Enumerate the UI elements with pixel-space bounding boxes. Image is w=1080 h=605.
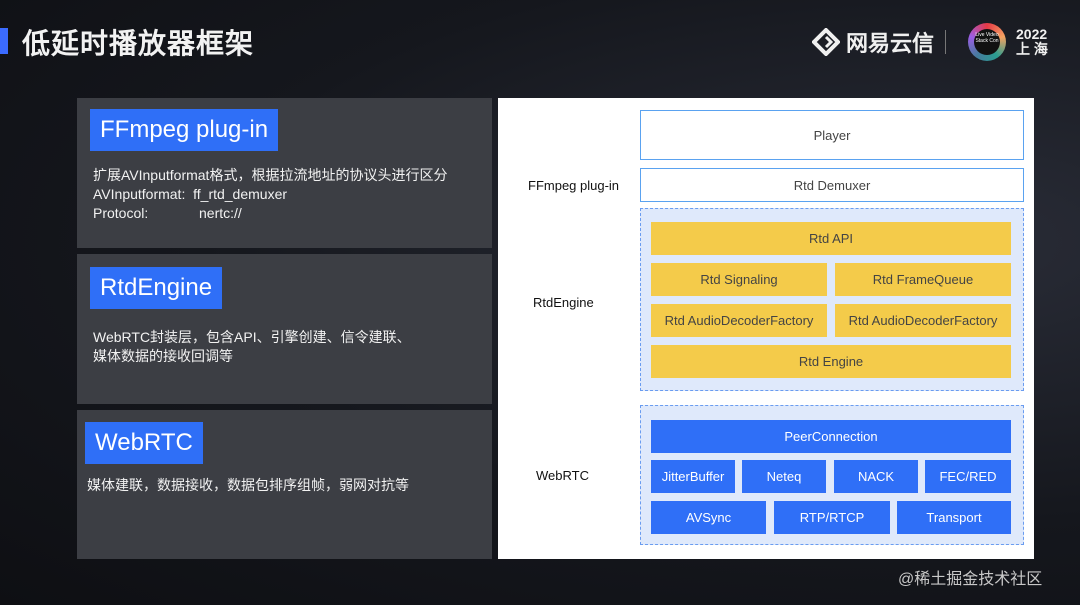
panel-webrtc-desc: 媒体建联，数据接收，数据包排序组帧，弱网对抗等	[87, 476, 409, 495]
neteq-block: Neteq	[742, 460, 826, 493]
panel-ffmpeg-desc: 扩展AVInputformat格式，根据拉流地址的协议头进行区分 AVInput…	[93, 166, 447, 223]
rtd-demuxer-block: Rtd Demuxer	[640, 168, 1024, 202]
rtd-audiodecoder-block-right: Rtd AudioDecoderFactory	[835, 304, 1011, 337]
panel-webrtc-line: 媒体建联，数据接收，数据包排序组帧，弱网对抗等	[87, 477, 409, 493]
layer-label-ffmpeg: FFmpeg plug-in	[528, 178, 620, 193]
panel-ffmpeg: FFmpeg plug-in 扩展AVInputformat格式，根据拉流地址的…	[77, 98, 492, 248]
rtd-audiodecoder-block-left: Rtd AudioDecoderFactory	[651, 304, 827, 337]
architecture-diagram: FFmpeg plug-in RtdEngine WebRTC Player R…	[498, 98, 1034, 559]
panel-rtdengine-desc: WebRTC封装层，包含API、引擎创建、信令建联、 媒体数据的接收回调等	[93, 328, 411, 366]
field-key: AVInputformat:	[93, 186, 186, 202]
panel-rtdengine-line: WebRTC封装层，包含API、引擎创建、信令建联、	[93, 329, 411, 345]
webrtc-group: PeerConnection JitterBuffer Neteq NACK F…	[640, 405, 1024, 545]
field-key: Protocol:	[93, 205, 149, 221]
panel-rtdengine-line: 媒体数据的接收回调等	[93, 348, 233, 364]
jitterbuffer-block: JitterBuffer	[651, 460, 735, 493]
brand-name: 网易云信	[846, 31, 935, 56]
rtp-rtcp-block: RTP/RTCP	[774, 501, 890, 534]
conference-badge-icon: Live Video Stack Con	[968, 23, 1006, 61]
rtd-api-block: Rtd API	[651, 222, 1011, 255]
transport-block: Transport	[897, 501, 1011, 534]
peerconnection-block: PeerConnection	[651, 420, 1011, 453]
avsync-block: AVSync	[651, 501, 766, 534]
panel-webrtc-tag: WebRTC	[85, 422, 203, 464]
brand-logo: 网易云信	[812, 26, 934, 58]
conference-city: 上 海	[1016, 41, 1048, 57]
panel-webrtc: WebRTC 媒体建联，数据接收，数据包排序组帧，弱网对抗等	[77, 410, 492, 559]
player-block: Player	[640, 110, 1024, 160]
brand-logo-icon	[812, 28, 840, 56]
field-value: nertc://	[199, 205, 242, 221]
conference-badge-text: Live Video Stack Con	[974, 29, 1000, 55]
layer-label-webrtc: WebRTC	[536, 468, 589, 483]
conference-year: 2022 上 海	[1016, 27, 1048, 57]
conference-year-number: 2022	[1016, 26, 1048, 42]
field-value: ff_rtd_demuxer	[193, 186, 288, 202]
panel-rtdengine-tag: RtdEngine	[90, 267, 223, 309]
nack-block: NACK	[834, 460, 918, 493]
title-accent-bar	[0, 28, 8, 54]
page-title: 低延时播放器框架	[22, 28, 255, 59]
fec-red-block: FEC/RED	[925, 460, 1011, 493]
header-divider	[945, 30, 946, 54]
rtd-signaling-block: Rtd Signaling	[651, 263, 827, 296]
rtdengine-group: Rtd API Rtd Signaling Rtd FrameQueue Rtd…	[640, 208, 1024, 391]
watermark: @稀土掘金技术社区	[898, 571, 1043, 588]
rtd-framequeue-block: Rtd FrameQueue	[835, 263, 1011, 296]
panel-ffmpeg-line: 扩展AVInputformat格式，根据拉流地址的协议头进行区分	[93, 167, 448, 183]
panel-ffmpeg-field-row: AVInputformat: ff_rtd_demuxer	[93, 185, 447, 204]
panel-ffmpeg-tag: FFmpeg plug-in	[90, 109, 279, 151]
panel-ffmpeg-field-row: Protocol: nertc://	[93, 204, 447, 223]
layer-label-rtdengine: RtdEngine	[533, 295, 594, 310]
panel-rtdengine: RtdEngine WebRTC封装层，包含API、引擎创建、信令建联、 媒体数…	[77, 254, 492, 404]
rtd-engine-block: Rtd Engine	[651, 345, 1011, 378]
